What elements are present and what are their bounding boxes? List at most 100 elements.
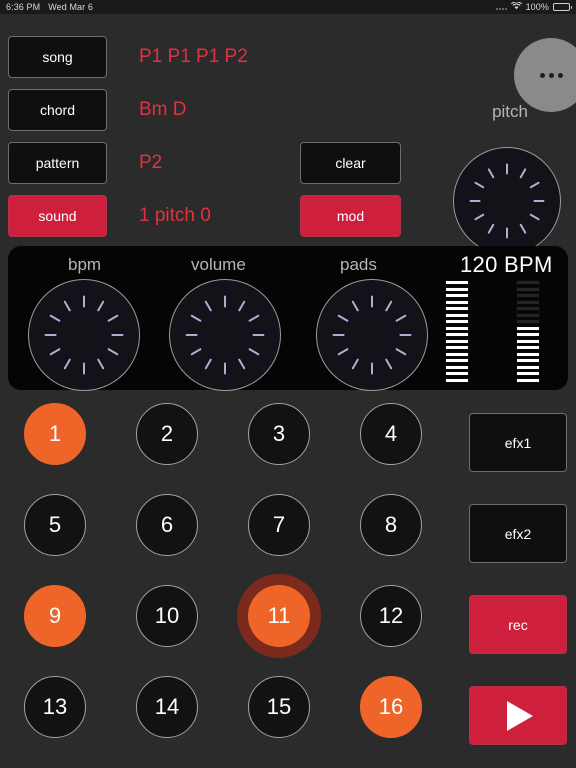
volume-knob[interactable] xyxy=(169,279,281,391)
meter-segment xyxy=(445,364,469,370)
knob-tick xyxy=(337,314,349,323)
meter-segment xyxy=(445,358,469,364)
status-bar: 6:36 PM Wed Mar 6 100% xyxy=(0,0,576,14)
pad-7[interactable]: 7 xyxy=(248,494,310,556)
knob-tick xyxy=(49,347,61,356)
knob-tick xyxy=(107,347,119,356)
efx2-button[interactable]: efx2 xyxy=(469,504,567,563)
meter-segment xyxy=(516,312,540,318)
knob-tick xyxy=(63,300,72,312)
pad-14[interactable]: 14 xyxy=(136,676,198,738)
pad-label: 6 xyxy=(160,512,174,537)
knob-tick xyxy=(49,314,61,323)
pad-label: 16 xyxy=(378,694,404,719)
pad-9[interactable]: 9 xyxy=(24,585,86,647)
pad-15[interactable]: 15 xyxy=(248,676,310,738)
action-button-column: clear mod xyxy=(300,142,401,248)
more-options-icon[interactable] xyxy=(514,38,576,112)
pad-label: 7 xyxy=(272,512,286,537)
pad-label: 14 xyxy=(154,694,180,719)
knob-tick xyxy=(237,300,246,312)
mod-button[interactable]: mod xyxy=(300,195,401,237)
meter-segment xyxy=(445,306,469,312)
knob-tick xyxy=(395,347,407,356)
meter-segment xyxy=(516,319,540,325)
pad-label: 12 xyxy=(378,603,404,628)
pad-8[interactable]: 8 xyxy=(360,494,422,556)
knob-tick xyxy=(487,223,495,235)
mode-button-song[interactable]: song xyxy=(8,36,107,78)
meter-segment xyxy=(445,293,469,299)
efx1-button[interactable]: efx1 xyxy=(469,413,567,472)
mode-button-pattern[interactable]: pattern xyxy=(8,142,107,184)
status-time: 6:36 PM xyxy=(6,2,41,12)
pad-4[interactable]: 4 xyxy=(360,403,422,465)
pad-label: 1 xyxy=(48,421,62,446)
pitch-knob[interactable] xyxy=(453,147,561,255)
rec-button-label: rec xyxy=(508,616,528,633)
readout-chord: Bm D xyxy=(139,99,187,120)
wifi-icon xyxy=(510,1,522,12)
efx1-button-label: efx1 xyxy=(504,434,532,451)
pad-3[interactable]: 3 xyxy=(248,403,310,465)
pad-1[interactable]: 1 xyxy=(24,403,86,465)
pad-11[interactable]: 11 xyxy=(248,585,310,647)
knob-tick xyxy=(224,295,226,308)
pads-knob[interactable] xyxy=(316,279,428,391)
knob-tick xyxy=(248,314,260,323)
knob-tick xyxy=(384,300,393,312)
meter-segment xyxy=(516,371,540,377)
pads-knob-label: pads xyxy=(340,255,377,274)
play-button[interactable] xyxy=(469,686,567,745)
play-icon xyxy=(507,700,533,731)
mode-button-sound[interactable]: sound xyxy=(8,195,107,237)
status-bar-left: 6:36 PM Wed Mar 6 xyxy=(6,2,93,12)
knob-tick xyxy=(487,167,495,179)
meter-left xyxy=(445,280,469,383)
pad-label: 5 xyxy=(48,512,62,537)
knob-tick xyxy=(185,334,198,336)
knob-tick xyxy=(529,181,541,189)
meter-segment xyxy=(445,319,469,325)
meter-segment xyxy=(445,286,469,292)
mode-button-chord[interactable]: chord xyxy=(8,89,107,131)
readout-pattern: P2 xyxy=(139,152,163,173)
meter-segment xyxy=(516,280,540,285)
knob-tick xyxy=(332,334,345,336)
status-bar-right: 100% xyxy=(495,1,572,12)
meter-segment xyxy=(516,377,540,383)
bpm-knob[interactable] xyxy=(28,279,140,391)
pad-16[interactable]: 16 xyxy=(360,676,422,738)
rec-button[interactable]: rec xyxy=(469,595,567,654)
pad-2[interactable]: 2 xyxy=(136,403,198,465)
pad-label: 2 xyxy=(160,421,174,446)
pitch-label: pitch xyxy=(492,102,528,121)
pad-label: 10 xyxy=(154,603,180,628)
readout-sound: 1 pitch 0 xyxy=(139,205,211,226)
meter-segment xyxy=(516,299,540,305)
pad-5[interactable]: 5 xyxy=(24,494,86,556)
mode-button-column: song chord pattern sound xyxy=(8,36,107,248)
top-control-area: song chord pattern sound P1 P1 P1 P2 Bm … xyxy=(0,14,576,255)
meter-segment xyxy=(516,293,540,299)
meter-segment xyxy=(445,345,469,351)
knob-tick xyxy=(384,358,393,370)
clear-button-label: clear xyxy=(335,155,366,171)
pad-6[interactable]: 6 xyxy=(136,494,198,556)
meter-segment xyxy=(445,299,469,305)
volume-knob-label: volume xyxy=(191,255,246,274)
knob-tick xyxy=(506,227,508,239)
meter-segment xyxy=(516,332,540,338)
knob-tick xyxy=(204,358,213,370)
pad-10[interactable]: 10 xyxy=(136,585,198,647)
pad-label: 15 xyxy=(266,694,292,719)
pad-13[interactable]: 13 xyxy=(24,676,86,738)
knob-tick xyxy=(399,334,412,336)
knob-tick xyxy=(190,347,202,356)
pad-12[interactable]: 12 xyxy=(360,585,422,647)
knob-tick xyxy=(248,347,260,356)
mode-button-chord-label: chord xyxy=(39,102,76,118)
clear-button[interactable]: clear xyxy=(300,142,401,184)
knob-tick xyxy=(506,163,508,175)
knob-tick xyxy=(371,362,373,375)
